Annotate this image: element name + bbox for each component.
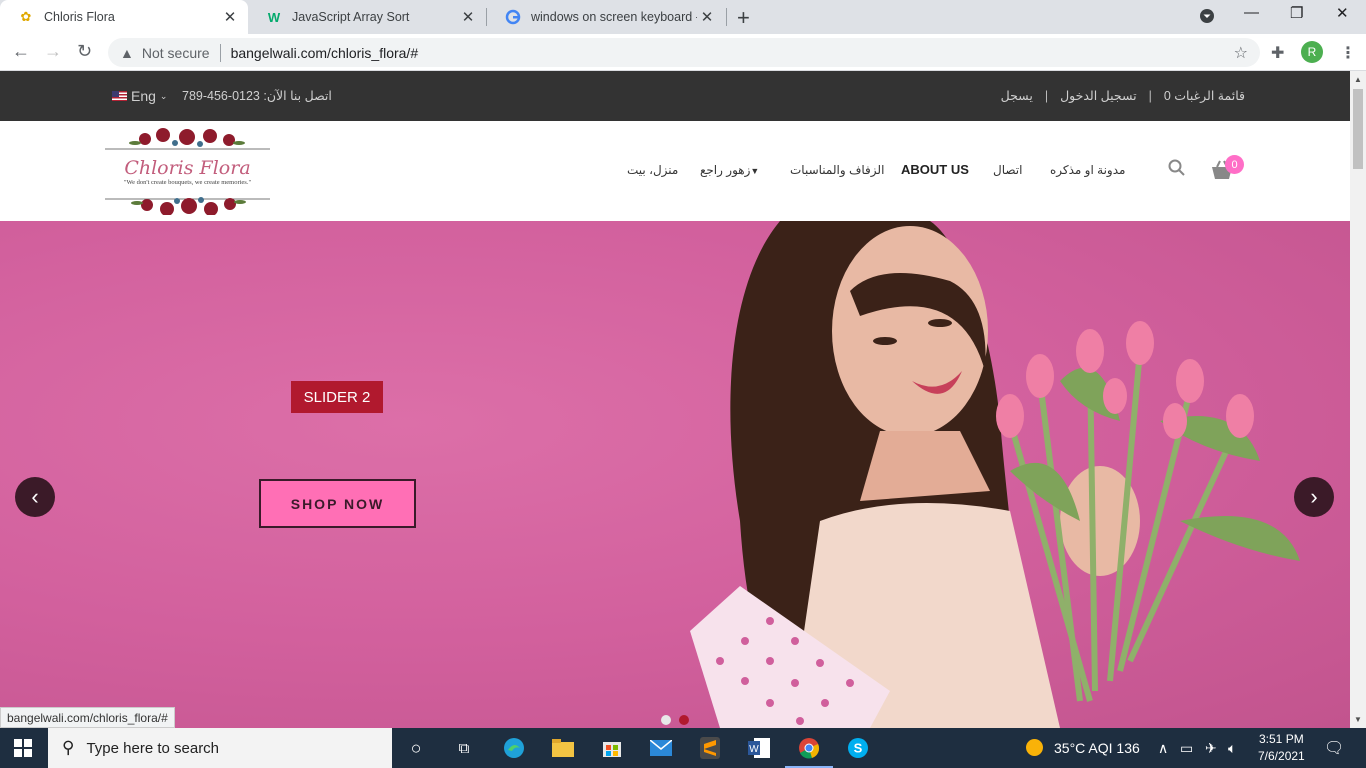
- profile-avatar[interactable]: R: [1301, 41, 1323, 63]
- chrome-icon[interactable]: [785, 736, 833, 768]
- hero-slider: SLIDER 2 SHOP NOW ‹ ›: [0, 221, 1350, 728]
- nav-about-us[interactable]: ABOUT US: [901, 162, 969, 177]
- slider-next-icon[interactable]: ›: [1294, 477, 1334, 517]
- browser-tab-strip: ✿ Chloris Flora ✕ W JavaScript Array Sor…: [0, 0, 1366, 34]
- weather-readout[interactable]: 35°C AQI 136: [1054, 740, 1140, 756]
- slider-prev-icon[interactable]: ‹: [15, 477, 55, 517]
- cortana-icon[interactable]: ○: [404, 736, 428, 760]
- scroll-up-icon[interactable]: ▲: [1354, 75, 1362, 84]
- nav-contact[interactable]: اتصال: [993, 163, 1022, 177]
- us-flag-icon: [112, 91, 127, 101]
- slider-dot-2[interactable]: [679, 715, 689, 725]
- link-status-bubble: bangelwali.com/chloris_flora/#: [0, 707, 175, 728]
- wishlist-link[interactable]: قائمة الرغبات 0: [1164, 88, 1245, 103]
- reload-icon[interactable]: ↻: [77, 41, 92, 62]
- logo-title: Chloris Flora: [124, 157, 251, 179]
- slider-dot-1[interactable]: [661, 715, 671, 725]
- search-placeholder: Type here to search: [86, 739, 220, 757]
- minimize-icon[interactable]: —: [1244, 4, 1259, 21]
- word-icon[interactable]: W: [747, 736, 771, 760]
- close-window-icon[interactable]: ✕: [1336, 4, 1349, 22]
- svg-text:S: S: [854, 741, 863, 756]
- google-favicon-icon: [505, 9, 521, 25]
- language-label: Eng: [131, 88, 156, 104]
- cart-count-badge: 0: [1225, 155, 1244, 174]
- page-scrollbar[interactable]: ▲ ▼: [1350, 71, 1366, 728]
- warning-icon[interactable]: ▲: [120, 45, 134, 61]
- clock-time: 3:51 PM: [1259, 732, 1304, 746]
- task-view-icon[interactable]: ⧉: [452, 736, 476, 760]
- windows-start-icon[interactable]: [14, 739, 32, 757]
- hero-photo-woman-with-tulips: [690, 221, 1300, 728]
- scroll-down-icon[interactable]: ▼: [1354, 715, 1362, 724]
- tab-javascript-array-sort[interactable]: W JavaScript Array Sort ✕: [248, 0, 486, 34]
- w3schools-favicon-icon: W: [267, 9, 281, 25]
- tab-title: windows on screen keyboard - G: [531, 10, 697, 24]
- login-link[interactable]: تسجيل الدخول: [1060, 88, 1137, 103]
- windows-taskbar: ⚲ Type here to search ○ ⧉ W S 35°C AQI 1…: [0, 728, 1366, 768]
- nav-flowers-dropdown[interactable]: زهور راجع▼: [700, 163, 759, 177]
- site-header: Chloris Flora "We don't create bouquets,…: [0, 121, 1350, 221]
- slide-label: SLIDER 2: [291, 381, 383, 413]
- flower-favicon-icon: ✿: [20, 9, 32, 24]
- file-explorer-icon[interactable]: [551, 736, 575, 760]
- skype-icon[interactable]: S: [846, 736, 870, 760]
- top-utility-bar: Eng ⌄ اتصل بنا الآن: 0123-456-789 يسجل |…: [0, 71, 1350, 121]
- forward-icon[interactable]: →: [44, 41, 62, 62]
- language-selector[interactable]: Eng ⌄: [112, 88, 167, 104]
- taskbar-search-box[interactable]: ⚲ Type here to search: [48, 728, 392, 768]
- new-tab-icon[interactable]: +: [737, 5, 750, 31]
- airplane-mode-icon[interactable]: ✈: [1205, 740, 1217, 757]
- url-text[interactable]: bangelwali.com/chloris_flora/#: [231, 45, 419, 61]
- link-divider: |: [1148, 88, 1152, 103]
- chevron-down-icon: ⌄: [159, 90, 168, 101]
- search-icon: ⚲: [62, 738, 75, 757]
- security-label[interactable]: Not secure: [142, 45, 210, 61]
- menu-kebab-icon[interactable]: ⋮: [1340, 43, 1356, 63]
- mail-icon[interactable]: [649, 736, 673, 760]
- back-icon[interactable]: ←: [12, 41, 30, 62]
- nav-flowers-label: زهور راجع: [700, 163, 751, 177]
- clock-date: 7/6/2021: [1258, 749, 1305, 763]
- sublime-text-icon[interactable]: [698, 736, 722, 760]
- logo-tagline: "We don't create bouquets, we create mem…: [123, 179, 252, 186]
- address-bar-row: ← → ↻ ▲ Not secure bangelwali.com/chlori…: [0, 34, 1366, 71]
- link-divider: |: [1044, 88, 1049, 103]
- omnibox-divider: [219, 43, 221, 62]
- omnibox[interactable]: ▲ Not secure bangelwali.com/chloris_flor…: [108, 38, 1260, 67]
- nav-home[interactable]: منزل، بيت: [627, 163, 678, 177]
- tab-title: Chloris Flora: [44, 10, 115, 24]
- register-link[interactable]: يسجل: [1001, 88, 1033, 103]
- close-tab-icon[interactable]: ✕: [697, 8, 717, 26]
- restore-icon[interactable]: ❐: [1290, 4, 1303, 22]
- close-tab-icon[interactable]: ✕: [220, 8, 240, 26]
- microsoft-store-icon[interactable]: [600, 736, 624, 760]
- svg-text:W: W: [749, 744, 759, 755]
- bookmark-star-icon[interactable]: ☆: [1234, 43, 1248, 63]
- site-logo[interactable]: Chloris Flora "We don't create bouquets,…: [105, 127, 270, 216]
- page-viewport: Eng ⌄ اتصل بنا الآن: 0123-456-789 يسجل |…: [0, 71, 1350, 728]
- nav-blog[interactable]: مدونة او مذكره: [1050, 163, 1125, 177]
- battery-icon[interactable]: ▭: [1180, 740, 1193, 757]
- close-tab-icon[interactable]: ✕: [458, 8, 478, 26]
- caret-down-icon: ▼: [750, 166, 760, 176]
- tab-google-search[interactable]: windows on screen keyboard - G ✕: [487, 0, 725, 34]
- edge-icon[interactable]: [502, 736, 526, 760]
- tab-search-icon[interactable]: [1199, 8, 1215, 28]
- extensions-puzzle-icon[interactable]: ✚: [1271, 43, 1284, 63]
- account-links: يسجل | تسجيل الدخول | قائمة الرغبات 0: [1001, 88, 1245, 104]
- shop-now-button[interactable]: SHOP NOW: [259, 479, 416, 528]
- search-icon[interactable]: [1168, 159, 1186, 182]
- volume-icon[interactable]: 🔈︎: [1228, 740, 1236, 757]
- nav-weddings-events[interactable]: الزفاف والمناسبات: [790, 163, 884, 177]
- system-clock[interactable]: 3:51 PM 7/6/2021: [1258, 731, 1305, 765]
- weather-sun-icon[interactable]: [1025, 738, 1044, 760]
- scrollbar-thumb[interactable]: [1353, 89, 1363, 169]
- phone-contact: اتصل بنا الآن: 0123-456-789: [182, 89, 332, 103]
- tab-chloris-flora[interactable]: ✿ Chloris Flora ✕: [0, 0, 248, 34]
- tab-divider: [726, 8, 727, 26]
- tab-title: JavaScript Array Sort: [292, 10, 410, 24]
- chevron-up-icon[interactable]: ∧: [1158, 740, 1168, 757]
- notifications-icon[interactable]: 🗨︎: [1324, 738, 1344, 758]
